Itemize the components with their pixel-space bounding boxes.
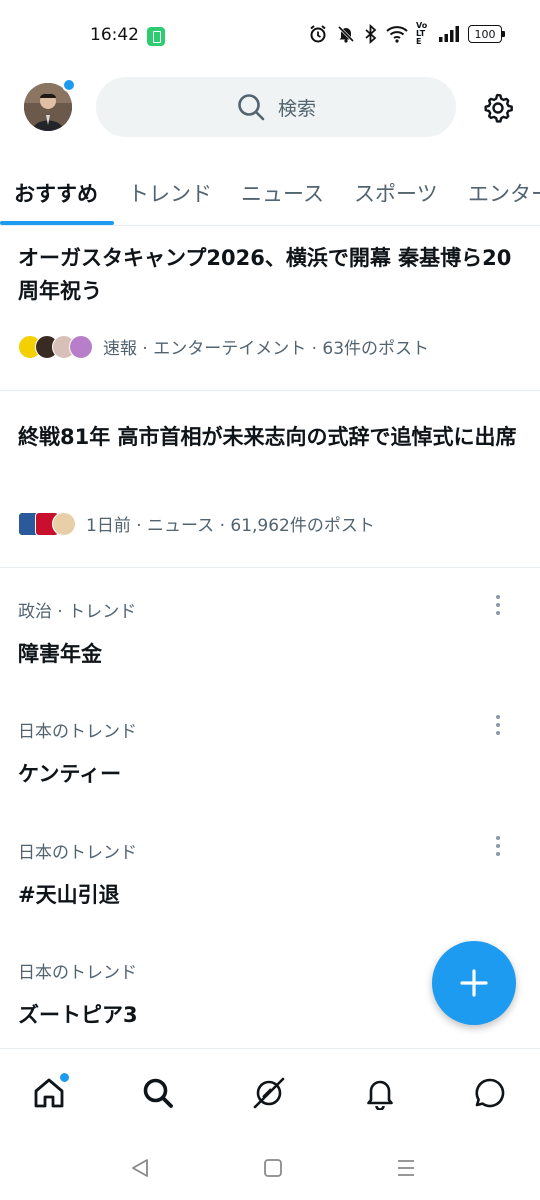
- message-icon: [475, 1078, 505, 1108]
- trend-category: 日本のトレンド: [18, 843, 137, 863]
- tab-recommended[interactable]: おすすめ: [14, 178, 98, 208]
- plus-icon: [460, 969, 488, 997]
- news-item[interactable]: オーガスタキャンプ2026、横浜で開幕 秦基博ら20周年祝う 速報 · エンター…: [0, 226, 540, 391]
- back-icon: [132, 1159, 148, 1177]
- tab-sports[interactable]: スポーツ: [354, 178, 438, 208]
- battery-icon: 100: [468, 25, 505, 43]
- home-system-button[interactable]: [259, 1154, 287, 1182]
- trend-category: 日本のトレンド: [18, 963, 137, 983]
- thumbnail-image: [69, 334, 93, 359]
- trend-item[interactable]: 日本のトレンド ケンティー: [0, 689, 540, 809]
- system-navigation-bar: [0, 1134, 540, 1200]
- search-placeholder: 検索: [277, 97, 316, 120]
- battery-saver-icon: [147, 27, 165, 46]
- trend-name: ケンティー: [18, 762, 122, 786]
- trend-category: 日本のトレンド: [18, 722, 137, 742]
- news-meta-text: 速報 · エンターテイメント · 63件のポスト: [103, 339, 430, 359]
- bluetooth-icon: [364, 24, 378, 44]
- alarm-icon: [308, 24, 328, 44]
- nav-explore[interactable]: [138, 1073, 178, 1113]
- bell-icon: [367, 1080, 393, 1110]
- trend-category: 政治 · トレンド: [18, 602, 137, 622]
- menu-icon: [398, 1160, 414, 1176]
- news-thumbnails: [18, 511, 76, 536]
- news-thumbnails: [18, 334, 93, 359]
- tab-trending[interactable]: トレンド: [128, 178, 212, 208]
- settings-button[interactable]: [480, 90, 516, 126]
- news-title: オーガスタキャンプ2026、横浜で開幕 秦基博ら20周年祝う: [18, 246, 512, 303]
- thumbnail-image: [52, 511, 76, 536]
- news-meta-text: 1日前 · ニュース · 61,962件のポスト: [86, 516, 375, 536]
- mute-icon: [336, 24, 356, 44]
- news-title: 終戦81年 高市首相が未来志向の式辞で追悼式に出席: [18, 425, 517, 449]
- wifi-icon: [386, 24, 408, 44]
- signal-icon: [438, 24, 460, 44]
- search-icon: [238, 94, 265, 121]
- active-tab-indicator: [0, 221, 114, 225]
- tab-news[interactable]: ニュース: [241, 178, 324, 208]
- top-header: 検索: [0, 72, 540, 158]
- more-options-icon[interactable]: [486, 713, 510, 737]
- volte-icon: Vo LTE: [416, 21, 430, 46]
- square-icon: [264, 1159, 282, 1177]
- nav-messages[interactable]: [470, 1073, 510, 1113]
- nav-notifications[interactable]: [360, 1073, 400, 1113]
- search-icon: [143, 1078, 173, 1108]
- tab-entertainment[interactable]: エンター: [468, 178, 540, 208]
- avatar-notification-dot: [62, 78, 76, 92]
- status-time: 16:42: [90, 25, 139, 45]
- search-input[interactable]: 検索: [96, 77, 456, 137]
- trend-name: #天山引退: [18, 883, 120, 907]
- trend-name: ズートピア3: [18, 1003, 138, 1027]
- nav-grok[interactable]: [249, 1073, 289, 1113]
- news-item[interactable]: 終戦81年 高市首相が未来志向の式辞で追悼式に出席 1日前 · ニュース · 6…: [0, 391, 540, 568]
- news-meta: 1日前 · ニュース · 61,962件のポスト: [18, 511, 375, 536]
- status-bar: 16:42 Vo LTE 100: [0, 0, 540, 72]
- compose-button[interactable]: [432, 941, 516, 1025]
- back-button[interactable]: [126, 1154, 154, 1182]
- explore-tabs: おすすめ トレンド ニュース スポーツ エンター: [0, 158, 540, 226]
- news-meta: 速報 · エンターテイメント · 63件のポスト: [18, 334, 429, 359]
- recents-button[interactable]: [392, 1154, 420, 1182]
- trend-item[interactable]: 日本のトレンド #天山引退: [0, 810, 540, 930]
- gear-icon: [484, 93, 513, 123]
- volte-label: Vo LTE: [416, 21, 428, 46]
- more-options-icon[interactable]: [486, 834, 510, 858]
- bottom-nav: [0, 1048, 540, 1134]
- status-icons: Vo LTE 100: [308, 21, 505, 46]
- trend-name: 障害年金: [18, 642, 102, 666]
- home-notification-dot: [58, 1071, 71, 1084]
- battery-level: 100: [474, 27, 496, 41]
- grok-icon: [253, 1077, 285, 1109]
- more-options-icon[interactable]: [486, 593, 510, 617]
- trend-item[interactable]: 政治 · トレンド 障害年金: [0, 569, 540, 689]
